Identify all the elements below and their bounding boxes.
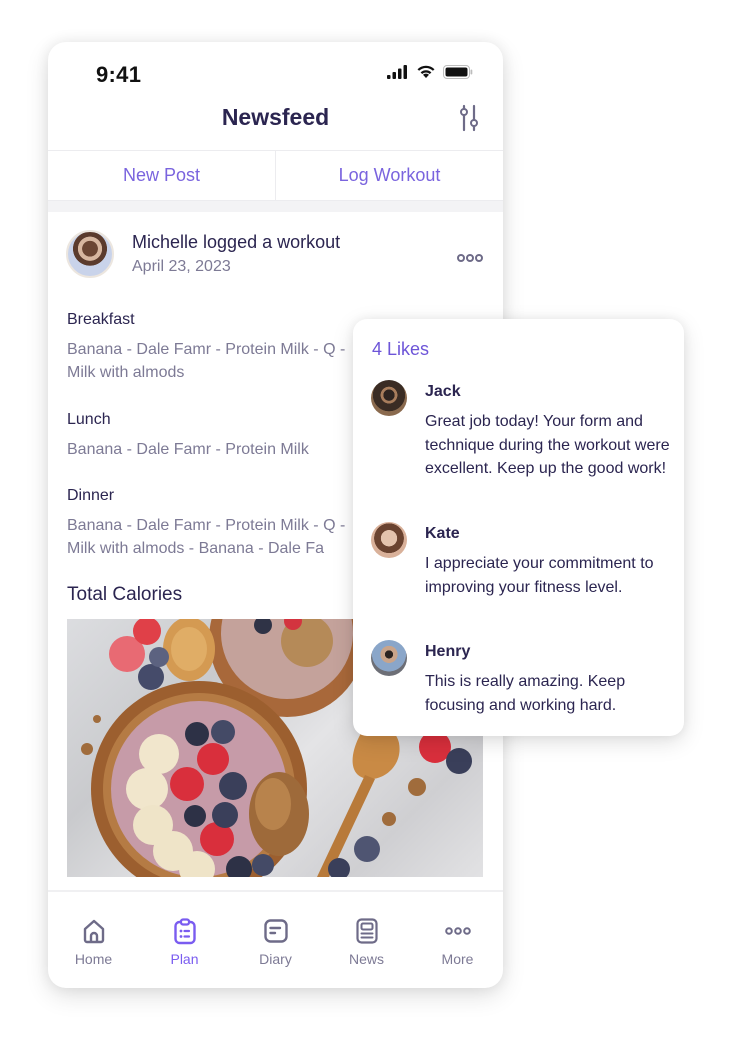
nav-header: Newsfeed [48, 98, 503, 150]
more-horizontal-icon [444, 927, 471, 935]
avatar[interactable] [371, 522, 407, 558]
tab-news[interactable]: News [321, 892, 412, 988]
comment-text: Great job today! Your form and technique… [425, 413, 670, 477]
post-date: April 23, 2023 [132, 258, 231, 275]
log-workout-button[interactable]: Log Workout [275, 151, 503, 200]
likes-popover: 4 Likes Jack Great job today! Your form … [353, 319, 684, 736]
tab-label: Diary [259, 951, 292, 967]
cellular-signal-icon [387, 64, 407, 79]
tab-bar: Home Plan Diary News More [48, 892, 503, 988]
meal-items: Banana - Dale Famr - Protein Milk - Q - … [67, 517, 346, 557]
tab-label: Home [74, 951, 113, 967]
newspaper-icon [355, 918, 378, 944]
sliders-icon [460, 104, 478, 132]
tab-plan[interactable]: Plan [139, 892, 230, 988]
post-author[interactable]: Michelle [132, 232, 198, 252]
status-icons [387, 64, 473, 79]
post-title: Michelle logged a workout [132, 232, 340, 253]
post-verb: logged a [198, 232, 278, 252]
likes-count[interactable]: 4 Likes [372, 339, 429, 360]
home-icon [83, 919, 104, 944]
comment-text: I appreciate your commitment to improvin… [425, 555, 654, 596]
status-time: 9:41 [96, 62, 142, 87]
page-title: Newsfeed [221, 104, 330, 130]
filter-button[interactable] [457, 104, 481, 132]
avatar[interactable] [371, 640, 407, 676]
tab-label: More [441, 951, 474, 967]
tab-home[interactable]: Home [48, 892, 139, 988]
action-row: New Post Log Workout [48, 150, 503, 201]
comment-author[interactable]: Henry [425, 643, 470, 661]
comment-author[interactable]: Jack [425, 383, 461, 401]
wifi-icon [417, 65, 435, 78]
avatar[interactable] [371, 380, 407, 416]
post-object[interactable]: workout [277, 232, 340, 252]
more-horizontal-icon [457, 254, 483, 262]
comment-author[interactable]: Kate [425, 525, 460, 543]
tab-label: News [348, 951, 384, 967]
meal-items: Banana - Dale Famr - Protein Milk [67, 441, 309, 458]
new-post-button[interactable]: New Post [48, 151, 275, 200]
total-calories-heading: Total Calories [67, 584, 183, 605]
clipboard-icon [173, 918, 196, 945]
status-bar: 9:41 [48, 42, 503, 102]
tab-diary[interactable]: Diary [230, 892, 321, 988]
diary-icon [263, 919, 288, 943]
comment-text: This is really amazing. Keep focusing an… [425, 673, 626, 714]
section-divider [48, 201, 503, 212]
post-more-button[interactable] [457, 250, 483, 262]
tab-more[interactable]: More [412, 892, 503, 988]
tab-label: Plan [170, 951, 199, 967]
meal-items: Banana - Dale Famr - Protein Milk - Q - … [67, 341, 346, 381]
avatar[interactable] [66, 230, 114, 278]
battery-icon [443, 64, 473, 79]
